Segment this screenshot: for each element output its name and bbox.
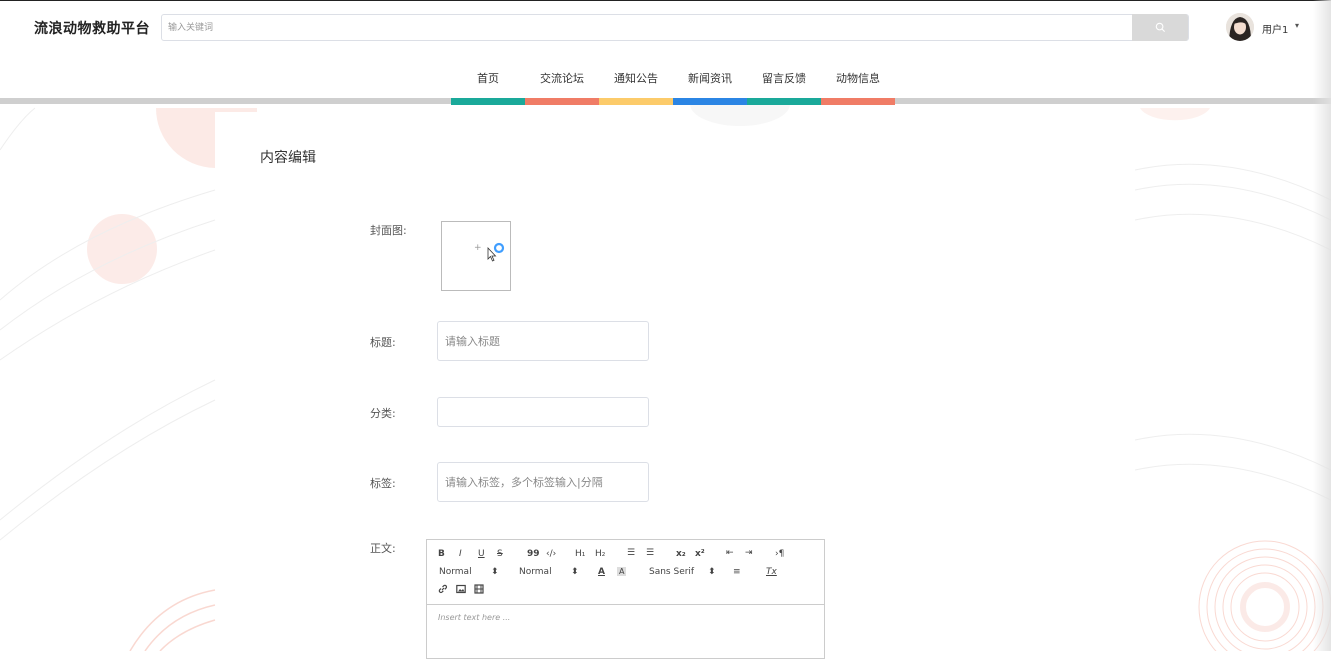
rich-text-editor: B I U S 99 ‹/› H₁ H₂ ☰ ☰ x₂ x² ⇤ ⇥ ›¶ No… (426, 539, 825, 659)
nav-color-segment (747, 98, 821, 105)
size-select-value: Normal (439, 567, 472, 577)
bullet-list-button[interactable]: ☰ (646, 548, 654, 558)
editor-placeholder[interactable]: Insert text here ... (438, 613, 510, 622)
category-label: 分类: (370, 407, 396, 420)
outdent-button[interactable]: ⇤ (726, 548, 734, 558)
underline-button[interactable]: U (478, 549, 485, 559)
nav-color-segment (673, 98, 747, 105)
deco-circle-left (87, 214, 157, 284)
font-select[interactable]: Sans Serif ⬍ (649, 567, 716, 577)
avatar-image (1226, 13, 1254, 41)
strike-button[interactable]: S (497, 549, 503, 559)
link-button[interactable] (438, 584, 448, 597)
search-bar (161, 14, 1189, 41)
select-arrows-icon: ⬍ (571, 567, 579, 577)
deco-quarter-circle (156, 108, 257, 168)
nav-color-segment (525, 98, 599, 105)
nav-item-notices[interactable]: 通知公告 (599, 70, 673, 86)
plus-icon: + (474, 243, 482, 253)
header-select-value: Normal (519, 567, 552, 577)
nav-item-animals[interactable]: 动物信息 (821, 70, 895, 86)
deco-lines-left (0, 107, 216, 541)
user-name[interactable]: 用户1 (1262, 21, 1288, 36)
deco-arcs-bottom-left (129, 589, 216, 651)
deco-rings-bottom-right (1198, 540, 1331, 651)
size-select[interactable]: Normal ⬍ (439, 567, 499, 577)
main-nav: 首页 交流论坛 通知公告 新闻资讯 留言反馈 动物信息 (451, 70, 895, 86)
search-button[interactable] (1132, 14, 1188, 41)
align-button[interactable]: ≡ (733, 567, 741, 577)
nav-item-news[interactable]: 新闻资讯 (673, 70, 747, 86)
ordered-list-button[interactable]: ☰ (627, 548, 635, 558)
video-icon (474, 584, 484, 594)
bold-button[interactable]: B (438, 549, 445, 559)
font-select-value: Sans Serif (649, 567, 695, 577)
cover-label: 封面图: (370, 224, 407, 237)
link-icon (438, 584, 448, 594)
page-right-edge (1313, 0, 1331, 651)
nav-color-segment (451, 98, 525, 105)
cover-upload[interactable]: + (441, 221, 511, 291)
image-button[interactable] (456, 584, 466, 597)
header-select[interactable]: Normal ⬍ (519, 567, 579, 577)
category-input[interactable] (437, 397, 649, 427)
title-input[interactable] (437, 321, 649, 361)
body-label: 正文: (370, 542, 396, 555)
indent-button[interactable]: ⇥ (745, 548, 753, 558)
tags-input[interactable] (437, 462, 649, 502)
nav-item-feedback[interactable]: 留言反馈 (747, 70, 821, 86)
image-icon (456, 584, 466, 594)
h2-button[interactable]: H₂ (595, 549, 605, 559)
direction-button[interactable]: ›¶ (775, 549, 784, 559)
deco-arc-top-center (690, 104, 790, 126)
search-input[interactable] (162, 15, 1133, 40)
video-button[interactable] (474, 584, 484, 597)
search-icon (1155, 22, 1165, 33)
title-label: 标题: (370, 336, 396, 349)
page-title: 内容编辑 (260, 150, 316, 166)
nav-item-forum[interactable]: 交流论坛 (525, 70, 599, 86)
nav-color-segment (599, 98, 673, 105)
subscript-button[interactable]: x₂ (676, 549, 686, 559)
text-color-button[interactable]: A (598, 567, 605, 577)
superscript-button[interactable]: x² (695, 549, 705, 559)
background-color-button[interactable]: A (617, 567, 627, 576)
nav-color-segment (821, 98, 895, 105)
cursor-loading-icon (487, 242, 505, 262)
italic-button[interactable]: I (459, 549, 462, 559)
user-avatar[interactable] (1226, 13, 1254, 41)
nav-item-home[interactable]: 首页 (451, 70, 525, 86)
h1-button[interactable]: H₁ (575, 549, 585, 559)
site-brand[interactable]: 流浪动物救助平台 (34, 18, 150, 38)
code-button[interactable]: ‹/› (546, 549, 556, 559)
chevron-down-icon[interactable]: ▾ (1295, 21, 1299, 30)
blockquote-button[interactable]: 99 (527, 549, 540, 559)
clean-format-button[interactable]: Tx (766, 567, 777, 577)
deco-lines-right (1134, 163, 1331, 501)
select-arrows-icon: ⬍ (491, 567, 499, 577)
deco-arc-top-right (1140, 108, 1210, 121)
window-top-border (0, 0, 1331, 1)
select-arrows-icon: ⬍ (708, 567, 716, 577)
tags-label: 标签: (370, 477, 396, 490)
editor-toolbar: B I U S 99 ‹/› H₁ H₂ ☰ ☰ x₂ x² ⇤ ⇥ ›¶ No… (427, 540, 824, 605)
